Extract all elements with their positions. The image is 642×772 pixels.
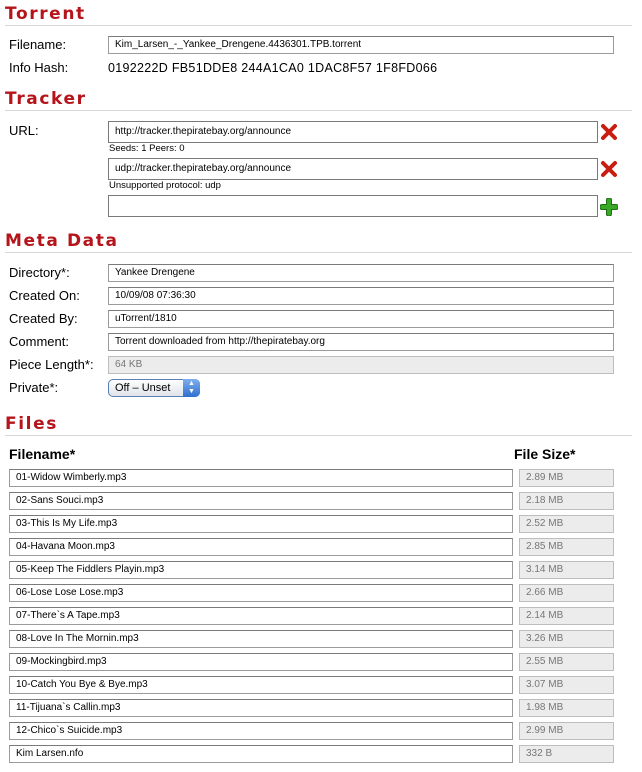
info-hash-label: Info Hash:	[9, 60, 69, 75]
file-name-field[interactable]: 02-Sans Souci.mp3	[9, 492, 513, 510]
created-by-field[interactable]: uTorrent/1810	[108, 310, 614, 328]
section-divider	[5, 110, 632, 111]
section-divider	[5, 435, 632, 436]
file-name-field[interactable]: 12-Chico`s Suicide.mp3	[9, 722, 513, 740]
file-name-field[interactable]: 03-This Is My Life.mp3	[9, 515, 513, 533]
file-size-field: 332 B	[519, 745, 614, 763]
file-name-field[interactable]: 09-Mockingbird.mp3	[9, 653, 513, 671]
directory-field[interactable]: Yankee Drengene	[108, 264, 614, 282]
comment-field[interactable]: Torrent downloaded from http://thepirate…	[108, 333, 614, 351]
info-hash-value: 0192222D FB51DDE8 244A1CA0 1DAC8F57 1F8F…	[108, 61, 438, 75]
file-size-field: 2.89 MB	[519, 469, 614, 487]
section-divider	[5, 25, 632, 26]
file-size-field: 2.66 MB	[519, 584, 614, 602]
piece-length-field: 64 KB	[108, 356, 614, 374]
column-header-filename: Filename*	[9, 446, 76, 462]
tracker-status-2: Unsupported protocol: udp	[109, 180, 221, 191]
updown-arrows-icon: ▲ ▼	[183, 379, 200, 397]
section-divider	[5, 252, 632, 253]
file-name-field[interactable]: 10-Catch You Bye & Bye.mp3	[9, 676, 513, 694]
file-size-field: 2.14 MB	[519, 607, 614, 625]
remove-tracker-2-x-icon[interactable]	[600, 160, 618, 178]
comment-label: Comment:	[9, 334, 69, 349]
tracker-status-1: Seeds: 1 Peers: 0	[109, 143, 185, 154]
filename-label: Filename:	[9, 37, 67, 52]
url-label: URL:	[9, 123, 39, 138]
file-name-field[interactable]: 06-Lose Lose Lose.mp3	[9, 584, 513, 602]
file-name-field[interactable]: 01-Widow Wimberly.mp3	[9, 469, 513, 487]
file-size-field: 3.07 MB	[519, 676, 614, 694]
private-select-value: Off – Unset	[115, 382, 171, 394]
private-label: Private*:	[9, 380, 59, 395]
created-on-label: Created On:	[9, 288, 80, 303]
file-name-field[interactable]: 07-There`s A Tape.mp3	[9, 607, 513, 625]
file-size-field: 2.99 MB	[519, 722, 614, 740]
remove-tracker-1-x-icon[interactable]	[600, 123, 618, 141]
file-size-field: 2.52 MB	[519, 515, 614, 533]
tracker-url-input-1[interactable]: http://tracker.thepiratebay.org/announce	[108, 121, 598, 143]
created-by-label: Created By:	[9, 311, 78, 326]
section-title-torrent: Torrent	[5, 4, 86, 24]
add-tracker-plus-icon[interactable]	[600, 198, 618, 216]
file-name-field[interactable]: 11-Tijuana`s Callin.mp3	[9, 699, 513, 717]
column-header-filesize: File Size*	[514, 446, 576, 462]
file-size-field: 3.14 MB	[519, 561, 614, 579]
new-tracker-url-input[interactable]	[108, 195, 598, 217]
section-title-files: Files	[5, 414, 58, 434]
torrent-filename-field[interactable]: Kim_Larsen_-_Yankee_Drengene.4436301.TPB…	[108, 36, 614, 54]
file-name-field[interactable]: 05-Keep The Fiddlers Playin.mp3	[9, 561, 513, 579]
directory-label: Directory*:	[9, 265, 70, 280]
file-size-field: 2.85 MB	[519, 538, 614, 556]
file-size-field: 2.18 MB	[519, 492, 614, 510]
created-on-field[interactable]: 10/09/08 07:36:30	[108, 287, 614, 305]
piece-length-label: Piece Length*:	[9, 357, 94, 372]
file-size-field: 3.26 MB	[519, 630, 614, 648]
tracker-url-input-2[interactable]: udp://tracker.thepiratebay.org/announce	[108, 158, 598, 180]
file-name-field[interactable]: Kim Larsen.nfo	[9, 745, 513, 763]
file-name-field[interactable]: 08-Love In The Mornin.mp3	[9, 630, 513, 648]
file-size-field: 1.98 MB	[519, 699, 614, 717]
private-select[interactable]: Off – Unset ▲ ▼	[108, 379, 200, 397]
section-title-meta-data: Meta Data	[5, 231, 119, 251]
file-name-field[interactable]: 04-Havana Moon.mp3	[9, 538, 513, 556]
file-size-field: 2.55 MB	[519, 653, 614, 671]
section-title-tracker: Tracker	[5, 89, 87, 109]
